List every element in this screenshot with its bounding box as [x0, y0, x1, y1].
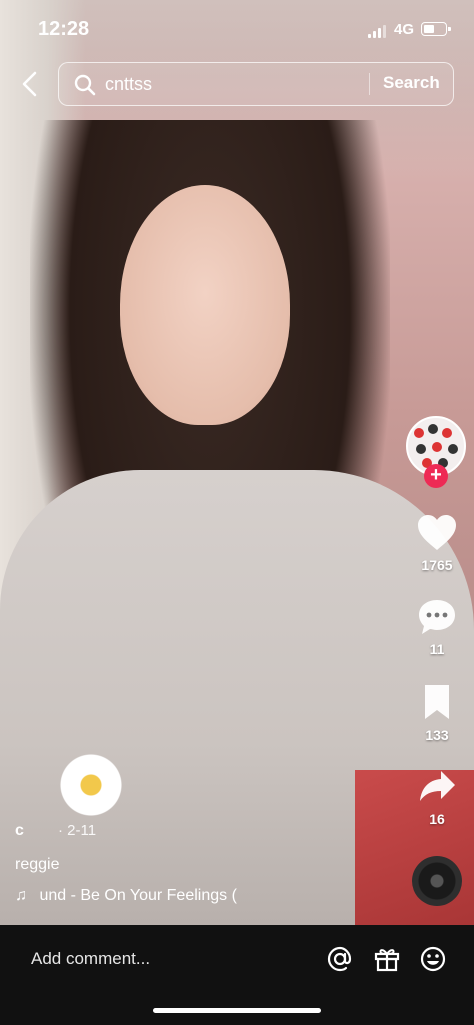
emoji-icon[interactable]	[419, 945, 447, 973]
share-count: 16	[429, 811, 445, 827]
heart-icon	[418, 515, 456, 550]
status-bar: 12:28 4G	[0, 0, 474, 60]
share-action[interactable]: 16	[405, 768, 469, 827]
video-player[interactable]	[0, 0, 474, 925]
daisy-print	[58, 752, 124, 818]
search-button[interactable]: Search	[383, 73, 440, 93]
search-icon	[74, 74, 96, 96]
gift-icon[interactable]	[373, 945, 401, 973]
person-face	[120, 185, 290, 425]
music-label[interactable]: ♫ und - Be On Your Feelings (	[15, 887, 237, 905]
add-comment-input[interactable]: Add comment...	[31, 949, 150, 969]
follow-plus-button[interactable]: +	[424, 464, 448, 488]
network-type: 4G	[394, 21, 415, 38]
like-action[interactable]: 1765	[405, 514, 469, 573]
save-count: 133	[425, 727, 449, 743]
search-bar[interactable]: Search	[58, 62, 454, 106]
comment-count: 11	[429, 641, 445, 657]
search-divider	[369, 73, 370, 95]
status-time: 12:28	[38, 18, 90, 40]
comment-action[interactable]: 11	[405, 598, 469, 657]
mention-icon[interactable]	[326, 945, 354, 973]
like-count: 1765	[421, 557, 453, 573]
bookmark-action[interactable]: 133	[405, 684, 469, 743]
search-input[interactable]	[105, 72, 405, 96]
bottom-comment-bar: Add comment...	[0, 925, 474, 1025]
music-note-icon: ♫	[15, 887, 27, 904]
post-date: · 2-11	[58, 822, 97, 839]
music-title: und - Be On Your Feelings (	[39, 887, 237, 904]
post-caption: reggie	[15, 856, 60, 873]
music-disc[interactable]	[412, 856, 462, 906]
bookmark-icon	[425, 685, 449, 719]
signal-icon	[368, 24, 388, 38]
comment-icon	[419, 600, 455, 634]
back-icon[interactable]	[18, 70, 42, 98]
battery-icon	[421, 22, 451, 36]
home-indicator	[153, 1008, 321, 1013]
share-icon	[420, 771, 455, 801]
author-name[interactable]: c	[15, 822, 24, 840]
